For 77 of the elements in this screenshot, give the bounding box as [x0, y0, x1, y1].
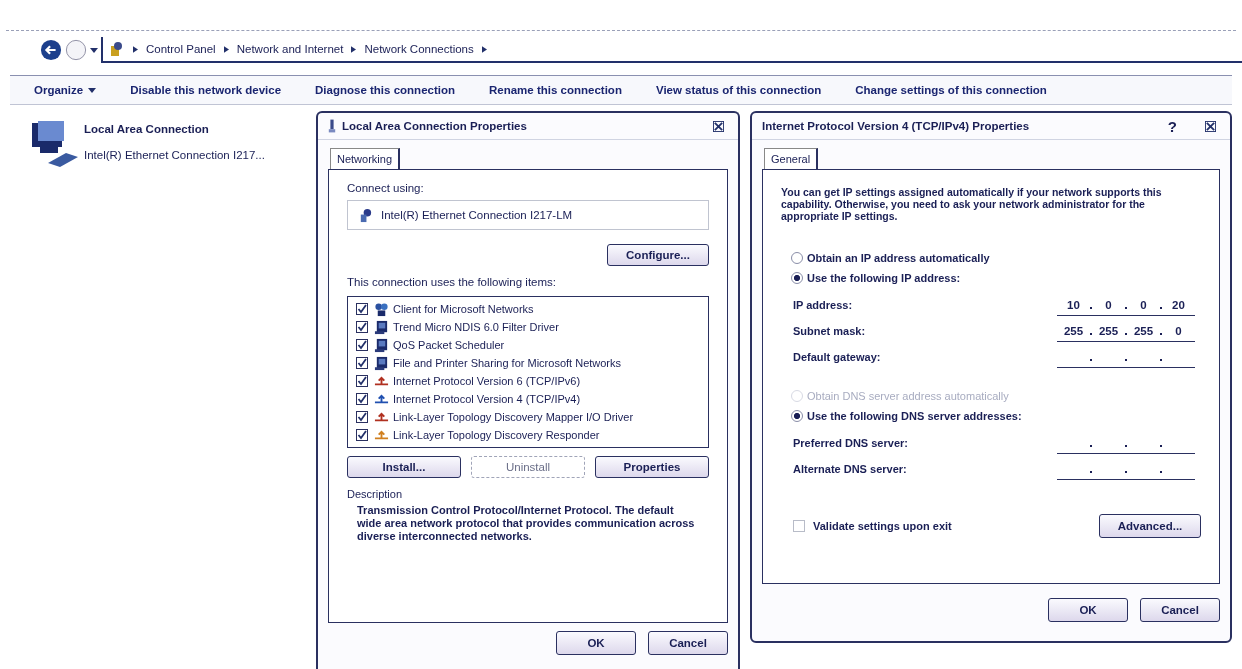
item-action-button[interactable]: Install... — [347, 456, 461, 478]
toolbar-button[interactable]: Rename this connection — [489, 84, 622, 96]
field-label: Preferred DNS server: — [793, 437, 908, 449]
connection-device: Intel(R) Ethernet Connection I217... — [84, 149, 265, 161]
breadcrumb-item[interactable]: Network Connections — [364, 43, 474, 55]
adapter-name: Intel(R) Ethernet Connection I217-LM — [381, 209, 573, 221]
field-label: Default gateway: — [793, 351, 881, 363]
description-text: Transmission Control Protocol/Internet Protocol. The default wide area network protocol that provides communication across diverse interconnected networks. — [356, 504, 696, 543]
connection-name[interactable]: Local Area Connection — [84, 123, 265, 135]
checkbox[interactable] — [793, 520, 805, 532]
dialog-title: Internet Protocol Version 4 (TCP/IPv4) Properties — [762, 120, 1031, 132]
breadcrumb-item[interactable]: Control Panel — [146, 43, 216, 55]
toolbar-button[interactable]: View status of this connection — [655, 84, 822, 96]
radio-label[interactable]: Use the following IP address: — [807, 272, 961, 284]
section-label: This connection uses the following items: — [347, 276, 558, 288]
checkbox[interactable] — [356, 339, 368, 351]
section-label: Connect using: — [347, 182, 425, 194]
computer-icon — [374, 319, 389, 335]
list-item[interactable]: QoS Packet Scheduler — [393, 339, 505, 351]
dialog-button[interactable]: Cancel — [648, 631, 728, 655]
tab[interactable]: Networking — [330, 148, 401, 169]
toolbar-button[interactable]: Change settings of this connection — [855, 84, 1047, 96]
field-label: Alternate DNS server: — [793, 463, 907, 475]
radio-button[interactable] — [791, 272, 803, 284]
dialog-button[interactable]: OK — [1048, 598, 1128, 622]
radio-label[interactable]: Obtain an IP address automatically — [807, 252, 990, 264]
network-adapter-icon — [328, 119, 336, 133]
dialog-button[interactable]: OK — [556, 631, 636, 655]
checkbox-label[interactable]: Validate settings upon exit — [813, 520, 1093, 532]
toolbar-button[interactable]: Diagnose this connection — [315, 84, 455, 96]
advanced-button[interactable]: Advanced... — [1099, 514, 1201, 538]
list-item[interactable]: Client for Microsoft Networks — [393, 303, 534, 315]
help-button[interactable]: ? — [1163, 117, 1181, 135]
list-item[interactable]: Link-Layer Topology Discovery Responder — [393, 429, 600, 441]
checkbox[interactable] — [356, 375, 368, 387]
toolbar-button[interactable]: Disable this network device — [130, 84, 282, 96]
breadcrumb-item[interactable]: Network and Internet — [236, 43, 344, 55]
ip-address-field[interactable]: 255 255 255 0 — [1057, 320, 1195, 342]
checkbox[interactable] — [356, 303, 368, 315]
chevron-right-icon[interactable] — [481, 45, 487, 53]
close-icon — [713, 120, 724, 132]
back-button[interactable] — [40, 39, 62, 61]
close-icon — [1205, 120, 1216, 132]
list-item[interactable]: Internet Protocol Version 6 (TCP/IPv6) — [393, 375, 581, 387]
field-label: Subnet mask: — [793, 325, 866, 337]
tab[interactable]: General — [764, 148, 819, 169]
list-item[interactable]: File and Printer Sharing for Microsoft Networks — [393, 357, 622, 369]
network-computer-icon — [30, 119, 80, 167]
network-adapter-icon — [358, 207, 373, 223]
checkbox[interactable] — [356, 357, 368, 369]
computer-icon — [374, 355, 389, 371]
item-action-button[interactable]: Properties — [595, 456, 709, 478]
description-label: Description — [347, 488, 404, 500]
checkbox[interactable] — [356, 429, 368, 441]
history-dropdown-icon[interactable] — [90, 46, 98, 54]
list-item[interactable]: Internet Protocol Version 4 (TCP/IPv4) — [393, 393, 581, 405]
ip-address-field[interactable]: 10 0 0 20 — [1057, 294, 1195, 316]
checkbox[interactable] — [356, 411, 368, 423]
checkbox[interactable] — [356, 321, 368, 333]
radio-button[interactable] — [791, 410, 803, 422]
caret-icon — [88, 87, 97, 93]
computer-icon — [374, 337, 389, 353]
field-label: IP address: — [793, 299, 853, 311]
toolbar-button[interactable]: Organize — [34, 84, 97, 96]
client-icon — [374, 301, 389, 317]
dialog-button[interactable]: Cancel — [1140, 598, 1220, 622]
chevron-right-icon[interactable] — [351, 45, 357, 53]
list-item[interactable]: Link-Layer Topology Discovery Mapper I/O Driver — [393, 411, 634, 423]
intro-text: You can get IP settings assigned automatically if your network supports this capability. Otherwise, you need to ask your network administrator for the appropriate IP settings. — [781, 186, 1163, 222]
chevron-right-icon[interactable] — [223, 45, 229, 53]
configure-button[interactable]: Configure... — [607, 244, 709, 266]
checkbox[interactable] — [356, 393, 368, 405]
list-item[interactable]: Trend Micro NDIS 6.0 Filter Driver — [393, 321, 559, 333]
radio-label[interactable]: Use the following DNS server addresses: — [807, 410, 1022, 422]
chevron-right-icon[interactable] — [133, 45, 138, 53]
dialog-title: Local Area Connection Properties — [342, 120, 528, 132]
radio-button[interactable] — [791, 252, 803, 264]
